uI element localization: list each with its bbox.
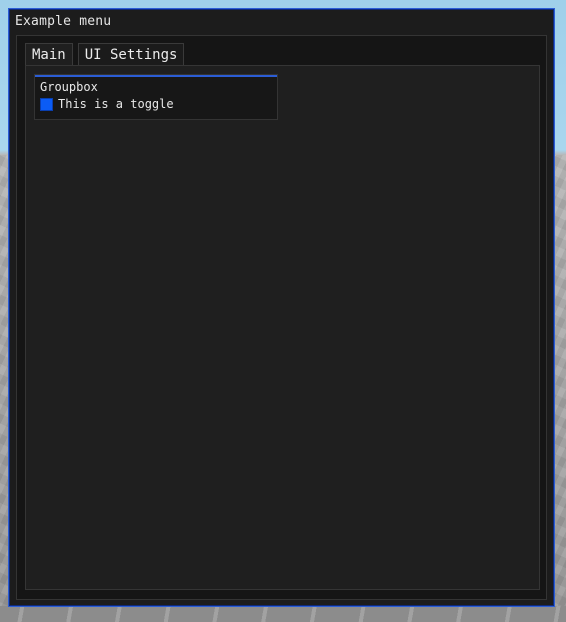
ground-edge [0, 606, 566, 622]
groupbox-accent-bar [35, 75, 277, 77]
toggle-label: This is a toggle [58, 97, 174, 111]
menu-window: Example menu Main UI Settings Groupbox T… [8, 8, 555, 607]
tab-bar: Main UI Settings [25, 43, 185, 66]
groupbox-title: Groupbox [40, 80, 98, 94]
tab-main[interactable]: Main [25, 43, 73, 66]
tab-ui-settings[interactable]: UI Settings [77, 43, 185, 65]
menu-body: Main UI Settings Groupbox This is a togg… [16, 35, 547, 600]
toggle-row[interactable]: This is a toggle [40, 97, 174, 111]
groupbox: Groupbox This is a toggle [34, 74, 278, 120]
tab-content-main: Groupbox This is a toggle [25, 65, 540, 590]
toggle-checkbox[interactable] [40, 97, 53, 111]
window-title: Example menu [15, 14, 112, 29]
